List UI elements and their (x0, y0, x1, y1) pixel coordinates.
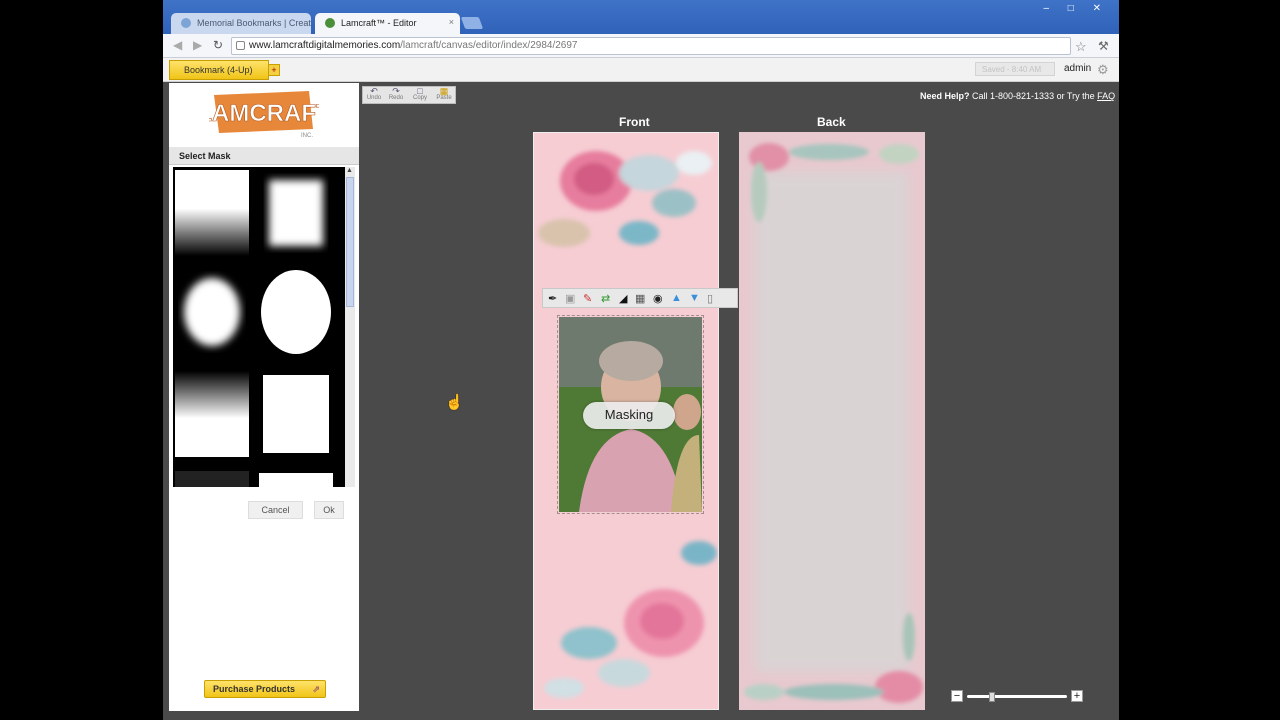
scroll-up-icon[interactable]: ▲ (346, 167, 353, 174)
masking-status: Masking (583, 402, 675, 429)
panel-heading: Select Mask (169, 147, 359, 165)
purchase-label: Purchase Products (213, 684, 296, 694)
new-tab-button[interactable] (460, 17, 484, 29)
back-label: Back (817, 115, 846, 129)
back-artwork (744, 143, 923, 703)
pointer-cursor-icon: ☝ (445, 394, 464, 411)
reload-icon[interactable]: ↻ (213, 38, 223, 52)
undo-icon: ↶ (370, 86, 378, 96)
window-controls[interactable]: ‒ □ ✕ (1043, 3, 1109, 14)
redo-icon: ↷ (392, 86, 400, 96)
tab-title: Lamcraft™ - Editor (341, 18, 417, 28)
paste-icon: ▦ (439, 86, 449, 96)
send-backward-icon[interactable]: ▼ (689, 292, 700, 304)
project-tab[interactable]: Bookmark (4-Up) (169, 60, 269, 80)
eye-icon[interactable]: ◉ (653, 292, 663, 305)
mask-oval[interactable] (259, 269, 333, 355)
mask-icon[interactable]: ▣ (565, 292, 575, 305)
browser-tab-editor[interactable]: Lamcraft™ - Editor × (315, 13, 460, 34)
mask-panel: LAMCRAFT INC. Select Mask (169, 83, 359, 711)
help-text: Need Help? Call 1-800-821-1333 or Try th… (920, 91, 1115, 101)
faq-link[interactable]: FAQ (1097, 91, 1115, 101)
help-phone: Call 1-800-821-1333 or Try the (969, 91, 1098, 101)
scroll-thumb[interactable] (346, 177, 354, 307)
browser-tab-memorial[interactable]: Memorial Bookmarks | Create (171, 13, 311, 34)
redo-button[interactable]: ↷ Redo (385, 86, 407, 102)
zoom-knob[interactable] (989, 692, 995, 702)
app-bar: Bookmark (4-Up) + Saved - 8:40 AM admin … (163, 58, 1119, 82)
edit-icon[interactable]: ✎ (583, 292, 592, 305)
gear-icon[interactable]: ⚙ (1097, 62, 1109, 78)
favicon-icon (325, 18, 335, 28)
zoom-out-button[interactable]: − (951, 690, 963, 702)
mask-fade-bottom[interactable] (175, 170, 249, 256)
svg-text:INC.: INC. (301, 133, 313, 139)
svg-text:LAMCRAFT: LAMCRAFT (209, 100, 319, 127)
flip-icon[interactable]: ⇄ (601, 292, 610, 305)
browser-window: Memorial Bookmarks | Create Lamcraft™ - … (163, 0, 1119, 720)
mask-grid (173, 167, 345, 487)
url-path: /lamcraft/canvas/editor/index/2984/2697 (400, 40, 578, 51)
trash-icon[interactable]: ▯ (707, 292, 713, 305)
url-host: www.lamcraftdigitalmemories.com (249, 40, 401, 51)
paste-button[interactable]: ▦ Paste (433, 86, 455, 102)
mask-soft-oval[interactable] (175, 269, 249, 355)
star-icon[interactable]: ☆ (1075, 39, 1087, 55)
undo-button[interactable]: ↶ Undo (363, 86, 385, 102)
lamcraft-logo: LAMCRAFT INC. (209, 91, 319, 139)
zoom-in-button[interactable]: + (1071, 690, 1083, 702)
contrast-icon[interactable]: ◢ (619, 292, 627, 305)
navigation-toolbar: ◀ ▶ ↻ www.lamcraftdigitalmemories.com/la… (163, 34, 1119, 58)
grid-icon[interactable]: ▦ (635, 292, 645, 305)
mask-partial-right[interactable] (259, 471, 333, 487)
favicon-icon (181, 18, 191, 28)
front-label: Front (619, 115, 650, 129)
mask-rectangle[interactable] (259, 371, 333, 457)
help-prefix: Need Help? (920, 91, 970, 101)
purchase-products-button[interactable]: Purchase Products ⇗ (204, 680, 326, 698)
edit-toolbar: ↶ Undo ↷ Redo □ Copy ▦ Paste (362, 86, 456, 104)
user-name[interactable]: admin (1064, 63, 1091, 74)
back-canvas[interactable] (739, 132, 925, 710)
forward-icon[interactable]: ▶ (193, 38, 202, 52)
image-tools: ✒ ▣ ✎ ⇄ ◢ ▦ ◉ ▲ ▼ ▯ (542, 288, 738, 308)
address-bar[interactable]: www.lamcraftdigitalmemories.com/lamcraft… (231, 37, 1071, 55)
crop-icon[interactable]: ✒ (548, 292, 557, 305)
mask-scrollbar[interactable]: ▲ (345, 167, 355, 487)
add-project-button[interactable]: + (268, 64, 280, 76)
wrench-icon[interactable]: ⚒ (1098, 39, 1109, 53)
bring-forward-icon[interactable]: ▲ (671, 292, 682, 304)
page-icon (236, 41, 245, 50)
copy-icon: □ (417, 86, 423, 96)
back-icon[interactable]: ◀ (173, 38, 182, 52)
cancel-button[interactable]: Cancel (248, 501, 303, 519)
saved-status: Saved - 8:40 AM (975, 62, 1055, 76)
external-link-icon: ⇗ (312, 684, 320, 694)
close-tab-icon[interactable]: × (449, 17, 454, 27)
copy-button[interactable]: □ Copy (409, 86, 431, 102)
zoom-track[interactable] (967, 692, 1067, 702)
mask-soft-rect[interactable] (259, 170, 333, 256)
tab-title: Memorial Bookmarks | Create (197, 18, 311, 28)
mask-partial-left[interactable] (175, 471, 249, 487)
title-bar: Memorial Bookmarks | Create Lamcraft™ - … (163, 0, 1119, 34)
ok-button[interactable]: Ok (314, 501, 344, 519)
mask-fade-top[interactable] (175, 371, 249, 457)
zoom-control: − + (951, 690, 1087, 704)
